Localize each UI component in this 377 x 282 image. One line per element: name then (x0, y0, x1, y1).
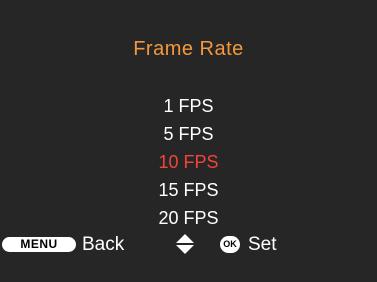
menu-title: Frame Rate (133, 38, 244, 60)
option-20-fps[interactable]: 20 FPS (0, 204, 377, 232)
option-10-fps[interactable]: 10 FPS (0, 148, 377, 176)
menu-button-icon[interactable]: MENU (2, 237, 76, 252)
button-hint-bar: MENU Back OK Set (0, 232, 377, 258)
option-15-fps[interactable]: 15 FPS (0, 176, 377, 204)
frame-rate-options: 1 FPS 5 FPS 10 FPS 15 FPS 20 FPS (0, 92, 377, 232)
camera-menu-screen: Frame Rate 1 FPS 5 FPS 10 FPS 15 FPS 20 … (0, 0, 377, 282)
back-label: Back (82, 234, 125, 255)
up-down-arrows-icon (176, 234, 194, 254)
option-1-fps[interactable]: 1 FPS (0, 92, 377, 120)
option-5-fps[interactable]: 5 FPS (0, 120, 377, 148)
set-label: Set (248, 234, 277, 255)
ok-button-icon[interactable]: OK (220, 236, 240, 253)
